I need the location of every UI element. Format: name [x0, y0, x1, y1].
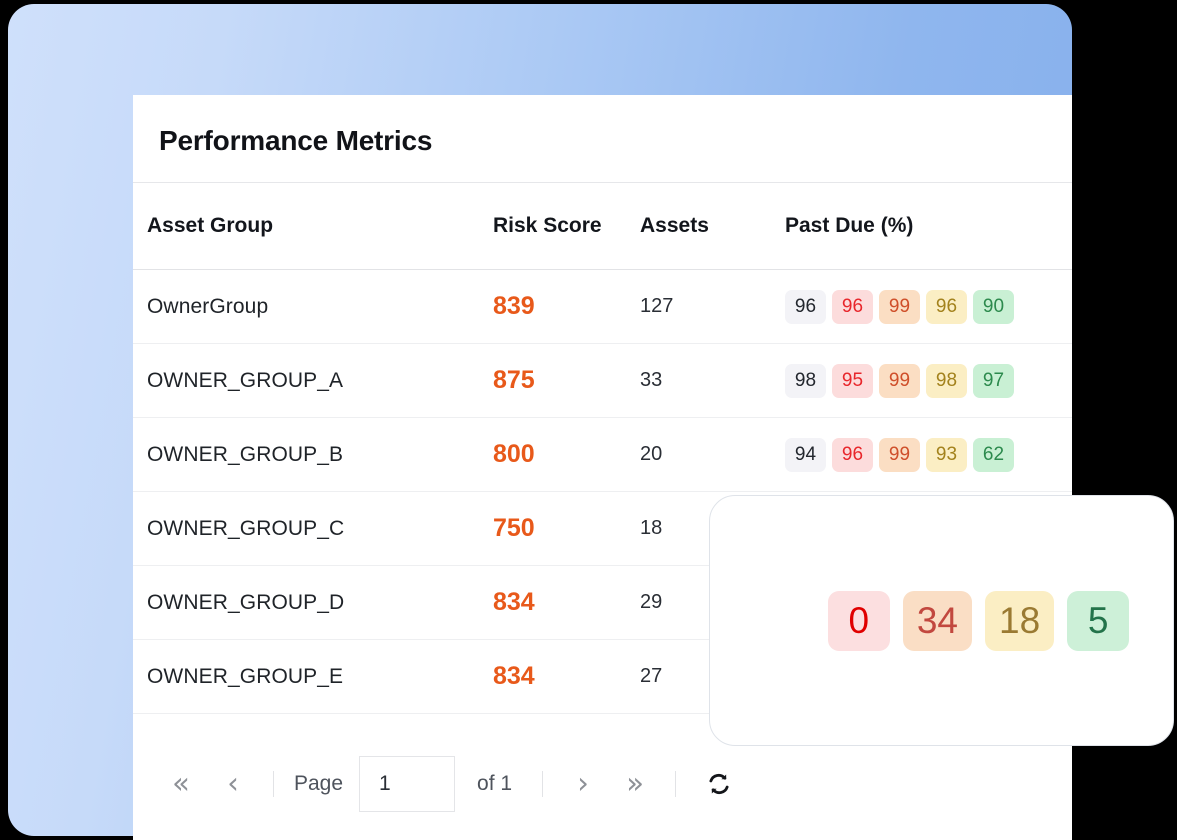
cell-assets: 27: [640, 665, 663, 687]
past-due-badge: 93: [926, 437, 967, 472]
cell-assets: 18: [640, 517, 663, 539]
column-header-past-due[interactable]: Past Due (%): [777, 214, 1072, 238]
table-row[interactable]: OwnerGroup 839 127 96 96 99 96 90: [133, 270, 1072, 344]
past-due-badge: 90: [973, 289, 1014, 324]
overlay-badge: 0: [827, 590, 890, 651]
total-pages-label: of 1: [477, 771, 513, 795]
cell-risk-score: 834: [493, 588, 535, 616]
cell-asset-group: OWNER_GROUP_D: [147, 590, 345, 614]
past-due-badge-group: 98 95 99 98 97: [777, 363, 1072, 398]
screenshot-stage: Performance Metrics Asset Group Risk Sco…: [0, 0, 1177, 840]
column-header-risk-score[interactable]: Risk Score: [447, 214, 637, 238]
page-title: Performance Metrics: [159, 125, 433, 156]
table-row[interactable]: OWNER_GROUP_B 800 20 94 96 99 93 62: [133, 418, 1072, 492]
pagination-divider: [675, 770, 677, 797]
cell-risk-score: 839: [493, 292, 535, 320]
past-due-badge: 98: [926, 363, 967, 398]
past-due-badge: 62: [973, 437, 1014, 472]
past-due-badge: 96: [785, 289, 826, 324]
cell-risk-score: 834: [493, 662, 535, 690]
refresh-icon: [709, 773, 729, 794]
page-label: Page: [294, 771, 344, 795]
past-due-detail-overlay: 0 34 18 5: [709, 495, 1174, 746]
cell-asset-group: OWNER_GROUP_E: [147, 664, 344, 688]
past-due-badge: 99: [879, 437, 920, 472]
last-page-button[interactable]: »: [609, 762, 661, 806]
past-due-badge-group: 94 96 99 93 62: [777, 437, 1072, 472]
past-due-badge: 97: [973, 363, 1014, 398]
past-due-badge-group: 96 96 99 96 90: [777, 289, 1072, 324]
cell-asset-group: OWNER_GROUP_C: [147, 516, 345, 540]
cell-assets: 29: [640, 591, 663, 613]
past-due-badge: 94: [785, 437, 826, 472]
overlay-badge-group: 0 34 18 5: [827, 590, 1130, 651]
past-due-badge: 95: [832, 363, 873, 398]
past-due-badge: 96: [832, 289, 873, 324]
table-header-row: Asset Group Risk Score Assets Past Due (…: [133, 183, 1072, 270]
prev-page-button[interactable]: ‹: [207, 762, 259, 806]
cell-asset-group: OWNER_GROUP_B: [147, 442, 344, 466]
cell-risk-score: 800: [493, 440, 535, 468]
past-due-badge: 99: [879, 363, 920, 398]
next-page-button[interactable]: ›: [557, 762, 609, 806]
cell-assets: 20: [640, 443, 663, 465]
cell-assets: 127: [640, 295, 674, 317]
column-header-assets[interactable]: Assets: [637, 214, 777, 238]
overlay-badge: 34: [902, 590, 972, 651]
cell-risk-score: 750: [493, 514, 535, 542]
cell-assets: 33: [640, 369, 663, 391]
table-row[interactable]: OWNER_GROUP_A 875 33 98 95 99 98 97: [133, 344, 1072, 418]
overlay-badge: 18: [985, 590, 1055, 651]
cell-asset-group: OwnerGroup: [147, 294, 269, 318]
column-header-asset-group[interactable]: Asset Group: [147, 214, 447, 238]
overlay-badge: 5: [1067, 590, 1130, 651]
page-number-input[interactable]: [359, 755, 456, 812]
past-due-badge: 98: [785, 363, 826, 398]
past-due-badge: 96: [832, 437, 873, 472]
pagination-divider: [273, 770, 274, 797]
past-due-badge: 99: [879, 289, 920, 324]
first-page-button[interactable]: «: [155, 762, 207, 806]
refresh-button[interactable]: [696, 762, 742, 806]
past-due-badge: 96: [926, 289, 967, 324]
pagination-divider: [542, 770, 544, 797]
cell-risk-score: 875: [493, 366, 535, 394]
cell-asset-group: OWNER_GROUP_A: [147, 368, 344, 392]
